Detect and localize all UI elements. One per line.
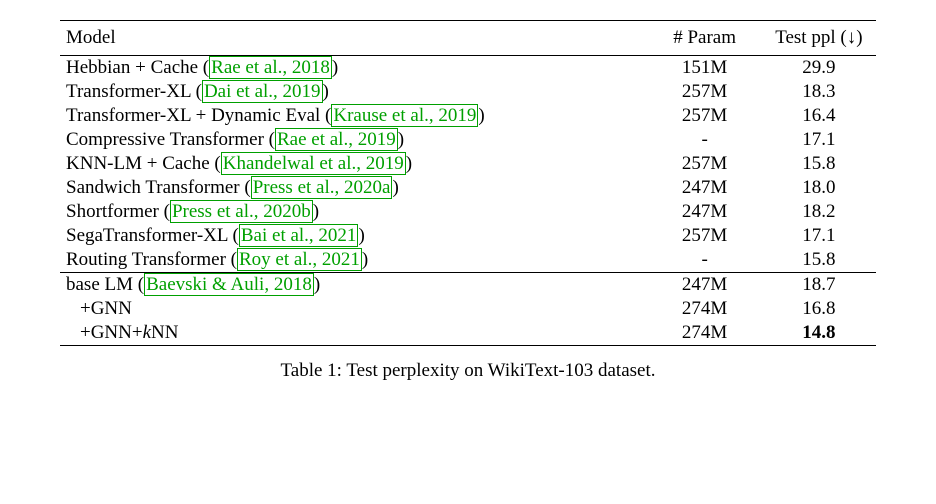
results-table-container: Model # Param Test ppl (↓) Hebbian + Cac… — [60, 20, 876, 382]
model-text: SegaTransformer-XL ( — [66, 225, 239, 246]
model-text-post: ) — [392, 177, 398, 198]
cell-model: Routing Transformer (Roy et al., 2021) — [60, 248, 648, 273]
cell-param: - — [648, 128, 762, 152]
model-text: Hebbian + Cache ( — [66, 57, 209, 78]
label-k: k — [143, 322, 151, 343]
table-row: Transformer-XL + Dynamic Eval (Krause et… — [60, 104, 876, 128]
table-row: Hebbian + Cache (Rae et al., 2018) 151M … — [60, 56, 876, 81]
model-text-post: ) — [358, 225, 364, 246]
table-row: SegaTransformer-XL (Bai et al., 2021) 25… — [60, 224, 876, 248]
results-table: Model # Param Test ppl (↓) Hebbian + Cac… — [60, 20, 876, 346]
header-ppl-post: ) — [856, 27, 862, 48]
model-text: Transformer-XL ( — [66, 81, 202, 102]
table-row: Sandwich Transformer (Press et al., 2020… — [60, 176, 876, 200]
citation-link[interactable]: Bai et al., 2021 — [239, 224, 359, 247]
table-row: KNN-LM + Cache (Khandelwal et al., 2019)… — [60, 152, 876, 176]
cell-param: 151M — [648, 56, 762, 81]
cell-ppl: 29.9 — [762, 56, 876, 81]
cell-param: 247M — [648, 273, 762, 298]
cell-ppl: 18.2 — [762, 200, 876, 224]
model-text: Routing Transformer ( — [66, 249, 237, 270]
table-row: +GNN+kNN 274M 14.8 — [60, 321, 876, 346]
citation-link[interactable]: Rae et al., 2019 — [275, 128, 398, 151]
table-row: Shortformer (Press et al., 2020b) 247M 1… — [60, 200, 876, 224]
model-text: base LM ( — [66, 274, 144, 295]
cell-ppl: 17.1 — [762, 224, 876, 248]
model-text-post: ) — [314, 274, 320, 295]
cell-model: +GNN+kNN — [60, 321, 648, 346]
cell-ppl: 18.0 — [762, 176, 876, 200]
header-ppl: Test ppl (↓) — [762, 21, 876, 56]
model-text: +GNN — [66, 298, 132, 320]
table-row: Routing Transformer (Roy et al., 2021) -… — [60, 248, 876, 273]
cell-model: Transformer-XL (Dai et al., 2019) — [60, 80, 648, 104]
table-row: base LM (Baevski & Auli, 2018) 247M 18.7 — [60, 273, 876, 298]
cell-param: 257M — [648, 152, 762, 176]
model-text: Compressive Transformer ( — [66, 129, 275, 150]
model-text-post: ) — [362, 249, 368, 270]
cell-ppl: 15.8 — [762, 152, 876, 176]
cell-param: 247M — [648, 176, 762, 200]
citation-link[interactable]: Krause et al., 2019 — [331, 104, 478, 127]
cell-ppl-best: 14.8 — [762, 321, 876, 346]
model-text-post: ) — [406, 153, 412, 174]
cell-model: KNN-LM + Cache (Khandelwal et al., 2019) — [60, 152, 648, 176]
citation-link[interactable]: Dai et al., 2019 — [202, 80, 323, 103]
model-text-post: ) — [313, 201, 319, 222]
citation-link[interactable]: Press et al., 2020a — [251, 176, 393, 199]
cell-model: base LM (Baevski & Auli, 2018) — [60, 273, 648, 298]
cell-model: Transformer-XL + Dynamic Eval (Krause et… — [60, 104, 648, 128]
model-text-post: ) — [478, 105, 484, 126]
cell-model: Shortformer (Press et al., 2020b) — [60, 200, 648, 224]
model-text: Transformer-XL + Dynamic Eval ( — [66, 105, 331, 126]
model-text: +GNN+kNN — [66, 322, 179, 344]
label-pre: +GNN+ — [80, 322, 143, 343]
down-arrow-icon: ↓ — [847, 27, 857, 48]
citation-link[interactable]: Baevski & Auli, 2018 — [144, 273, 314, 296]
cell-model: Hebbian + Cache (Rae et al., 2018) — [60, 56, 648, 81]
table-row: Transformer-XL (Dai et al., 2019) 257M 1… — [60, 80, 876, 104]
model-text-post: ) — [323, 81, 329, 102]
model-text: KNN-LM + Cache ( — [66, 153, 221, 174]
header-model: Model — [60, 21, 648, 56]
cell-param: 257M — [648, 80, 762, 104]
cell-param: 257M — [648, 224, 762, 248]
cell-ppl: 16.4 — [762, 104, 876, 128]
header-ppl-pre: Test ppl ( — [775, 27, 847, 48]
citation-link[interactable]: Press et al., 2020b — [170, 200, 313, 223]
cell-model: SegaTransformer-XL (Bai et al., 2021) — [60, 224, 648, 248]
cell-param: - — [648, 248, 762, 273]
cell-param: 274M — [648, 321, 762, 346]
cell-model: +GNN — [60, 297, 648, 321]
cell-param: 274M — [648, 297, 762, 321]
table-row: +GNN 274M 16.8 — [60, 297, 876, 321]
cell-ppl: 17.1 — [762, 128, 876, 152]
table-row: Compressive Transformer (Rae et al., 201… — [60, 128, 876, 152]
citation-link[interactable]: Khandelwal et al., 2019 — [221, 152, 406, 175]
label-post: NN — [151, 322, 178, 343]
model-text: Sandwich Transformer ( — [66, 177, 251, 198]
cell-ppl: 15.8 — [762, 248, 876, 273]
table-caption: Table 1: Test perplexity on WikiText-103… — [60, 360, 876, 382]
model-text-post: ) — [332, 57, 338, 78]
cell-ppl: 18.3 — [762, 80, 876, 104]
citation-link[interactable]: Rae et al., 2018 — [209, 56, 332, 79]
citation-link[interactable]: Roy et al., 2021 — [237, 248, 362, 271]
cell-param: 247M — [648, 200, 762, 224]
cell-param: 257M — [648, 104, 762, 128]
header-param: # Param — [648, 21, 762, 56]
cell-ppl: 16.8 — [762, 297, 876, 321]
cell-model: Compressive Transformer (Rae et al., 201… — [60, 128, 648, 152]
model-text: Shortformer ( — [66, 201, 170, 222]
model-text-post: ) — [398, 129, 404, 150]
table-header-row: Model # Param Test ppl (↓) — [60, 21, 876, 56]
cell-ppl: 18.7 — [762, 273, 876, 298]
cell-model: Sandwich Transformer (Press et al., 2020… — [60, 176, 648, 200]
